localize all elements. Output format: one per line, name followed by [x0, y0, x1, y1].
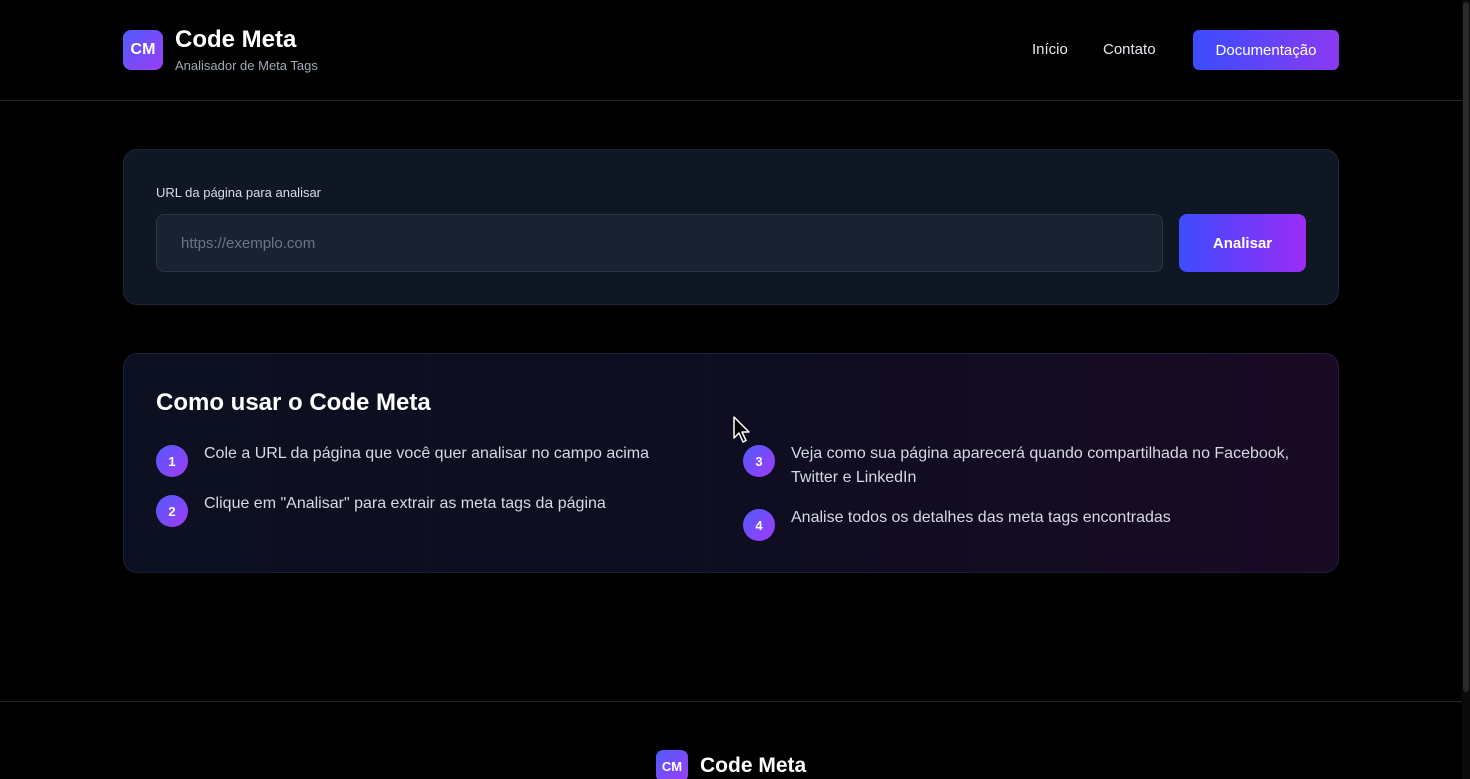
- scrollbar[interactable]: [1462, 0, 1470, 779]
- footer-logo-badge[interactable]: CM: [656, 750, 688, 779]
- step-item: 2 Clique em "Analisar" para extrair as m…: [156, 495, 606, 527]
- howto-card: Como usar o Code Meta 1 Cole a URL da pá…: [123, 353, 1339, 573]
- nav-link-contato[interactable]: Contato: [1103, 40, 1156, 60]
- step-text: Veja como sua página aparecerá quando co…: [791, 445, 1290, 486]
- documentation-button[interactable]: Documentação: [1193, 30, 1339, 70]
- mouse-cursor-icon: [733, 416, 750, 443]
- analyze-button[interactable]: Analisar: [1179, 214, 1306, 272]
- page: CM Code Meta Analisador de Meta Tags Iní…: [0, 0, 1470, 779]
- logo-badge[interactable]: CM: [123, 30, 163, 70]
- howto-title: Como usar o Code Meta: [156, 389, 431, 416]
- url-label: URL da página para analisar: [156, 185, 322, 200]
- step-number-badge: 3: [743, 445, 775, 477]
- nav-link-inicio[interactable]: Início: [1032, 40, 1068, 60]
- step-number-badge: 2: [156, 495, 188, 527]
- step-text: Analise todos os detalhes das meta tags …: [791, 509, 1171, 526]
- step-item: 3 Veja como sua página aparecerá quando …: [743, 445, 1313, 490]
- brand-subtitle: Analisador de Meta Tags: [175, 58, 318, 73]
- scrollbar-thumb[interactable]: [1463, 2, 1469, 692]
- step-item: 1 Cole a URL da página que você quer ana…: [156, 445, 649, 477]
- step-number-badge: 1: [156, 445, 188, 477]
- analyze-card: URL da página para analisar Analisar: [123, 149, 1339, 305]
- step-item: 4 Analise todos os detalhes das meta tag…: [743, 509, 1171, 541]
- step-number-badge: 4: [743, 509, 775, 541]
- brand-title[interactable]: Code Meta: [175, 26, 296, 54]
- site-header: CM Code Meta Analisador de Meta Tags Iní…: [0, 0, 1462, 101]
- url-input[interactable]: [156, 214, 1163, 272]
- step-text: Cole a URL da página que você quer anali…: [204, 445, 650, 462]
- step-text: Clique em "Analisar" para extrair as met…: [204, 495, 606, 512]
- footer-brand-title[interactable]: Code Meta: [700, 753, 806, 779]
- footer-divider: [0, 701, 1462, 702]
